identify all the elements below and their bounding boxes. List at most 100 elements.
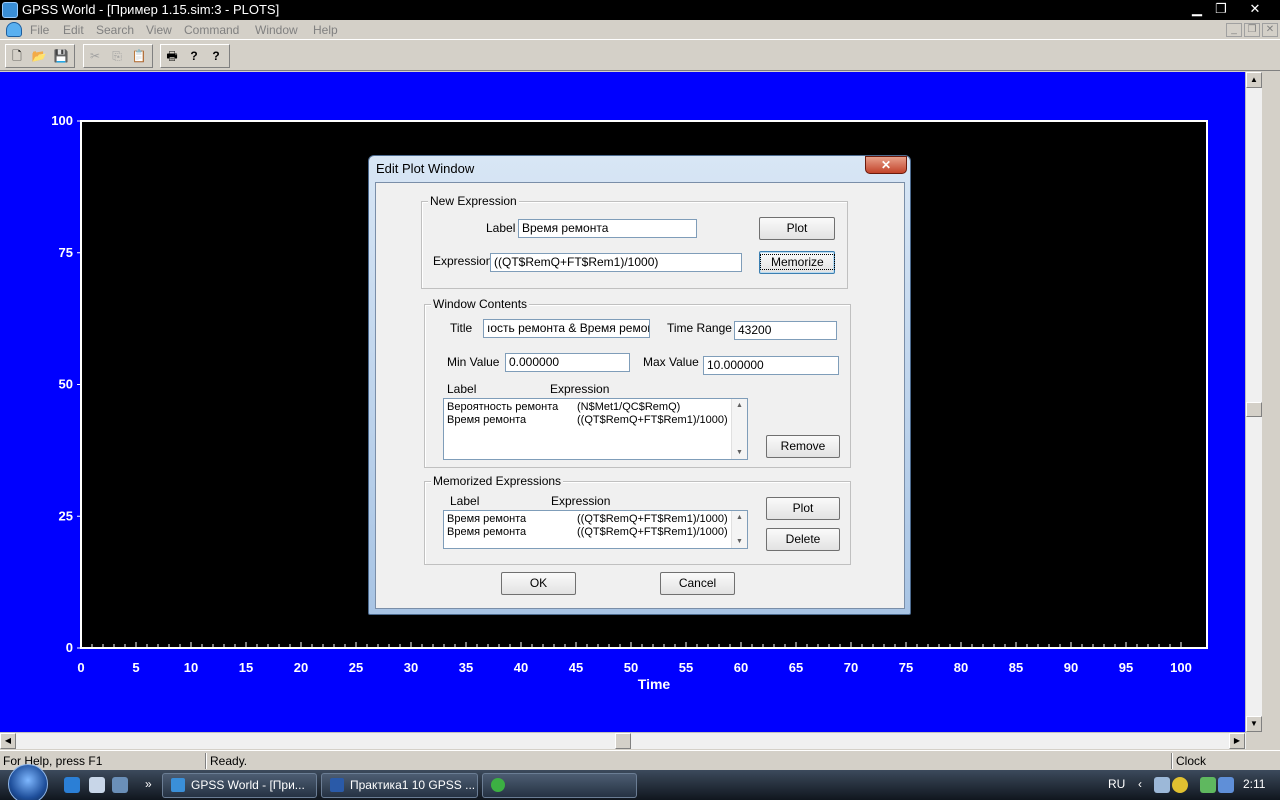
- restore-button[interactable]: ❐: [1210, 1, 1232, 17]
- edit-toolbar-group: ✂ ⎘ 📋: [83, 44, 153, 68]
- menu-file[interactable]: File: [30, 23, 49, 37]
- minimize-button[interactable]: ▁: [1186, 1, 1208, 17]
- status-bar: For Help, press F1 Ready. Clock: [0, 750, 1280, 770]
- x-axis-label: Time: [638, 676, 671, 692]
- list-item-expression: ((QT$RemQ+FT$Rem1)/1000): [577, 513, 728, 525]
- remove-button[interactable]: Remove: [766, 435, 840, 458]
- title-bar: GPSS World - [Пример 1.15.sim:3 - PLOTS]…: [0, 0, 1280, 20]
- list-item-expression: ((QT$RemQ+FT$Rem1)/1000): [577, 414, 728, 426]
- explorer-icon[interactable]: [89, 777, 105, 793]
- x-tick-label: 80: [954, 660, 968, 675]
- menu-help[interactable]: Help: [313, 23, 338, 37]
- list-item-label: Время ремонта: [447, 526, 527, 538]
- label-column-header: Label: [447, 382, 477, 396]
- task-gpss-world[interactable]: GPSS World - [При...: [162, 773, 317, 798]
- window-contents-group: Window Contents Title ıость ремонта & Вр…: [424, 297, 851, 468]
- mdi-close-button[interactable]: ✕: [1262, 23, 1278, 37]
- dialog-close-button[interactable]: ✕: [865, 156, 907, 174]
- list-item-expression: (N$Met1/QC$RemQ): [577, 401, 681, 413]
- menu-view[interactable]: View: [146, 23, 172, 37]
- tray-device-icon[interactable]: [1154, 777, 1170, 793]
- cut-icon[interactable]: ✂: [84, 45, 106, 67]
- list-scrollbar[interactable]: ▲ ▼: [731, 511, 747, 548]
- task-label: Практика1 10 GPSS ...: [350, 778, 476, 792]
- label-caption: Label: [486, 221, 516, 235]
- x-tick-label: 10: [184, 660, 198, 675]
- horizontal-scroll-thumb[interactable]: [615, 733, 631, 749]
- tray-network-icon[interactable]: [1218, 777, 1234, 793]
- show-desktop-icon[interactable]: [112, 777, 128, 793]
- memorized-expressions-list[interactable]: Время ремонта ((QT$RemQ+FT$Rem1)/1000) В…: [443, 510, 748, 549]
- dialog-client-area: New Expression Label Время ремонта Expre…: [375, 182, 905, 609]
- save-icon[interactable]: 💾: [50, 45, 72, 67]
- delete-button[interactable]: Delete: [766, 528, 840, 551]
- menu-search[interactable]: Search: [96, 23, 134, 37]
- list-scroll-up-icon[interactable]: ▲: [736, 514, 743, 521]
- label-input[interactable]: Время ремонта: [518, 219, 697, 238]
- menu-edit[interactable]: Edit: [63, 23, 84, 37]
- time-range-input[interactable]: 43200: [734, 321, 837, 340]
- scroll-right-arrow-icon[interactable]: ▶: [1229, 733, 1245, 749]
- print-icon[interactable]: 🖶: [161, 45, 183, 67]
- memorized-plot-button[interactable]: Plot: [766, 497, 840, 520]
- tray-clock[interactable]: 2:11: [1243, 777, 1265, 791]
- open-folder-icon[interactable]: 📂: [28, 45, 50, 67]
- title-caption: Title: [450, 321, 473, 335]
- copy-icon[interactable]: ⎘: [106, 45, 128, 67]
- x-tick-label: 30: [404, 660, 418, 675]
- ok-button[interactable]: OK: [501, 572, 576, 595]
- mdi-minimize-button[interactable]: _: [1226, 23, 1242, 37]
- plot-button[interactable]: Plot: [759, 217, 835, 240]
- list-scroll-down-icon[interactable]: ▼: [736, 449, 743, 456]
- scroll-down-arrow-icon[interactable]: ▼: [1246, 716, 1262, 732]
- start-button[interactable]: [8, 764, 48, 800]
- scroll-left-arrow-icon[interactable]: ◀: [0, 733, 16, 749]
- paste-icon[interactable]: 📋: [128, 45, 150, 67]
- vertical-scroll-thumb[interactable]: [1246, 402, 1262, 417]
- mdi-restore-button[interactable]: ❐: [1244, 23, 1260, 37]
- title-input[interactable]: ıость ремонта & Время ремонта: [483, 319, 650, 338]
- task-camtasia[interactable]: [482, 773, 637, 798]
- list-item-label: Вероятность ремонта: [447, 401, 559, 413]
- tray-app-icon[interactable]: [1172, 777, 1188, 793]
- tray-power-icon[interactable]: [1200, 777, 1216, 793]
- internet-explorer-icon[interactable]: [64, 777, 80, 793]
- x-tick-label: 15: [239, 660, 253, 675]
- menu-command[interactable]: Command: [184, 23, 239, 37]
- close-button[interactable]: ✕: [1244, 1, 1266, 17]
- tray-expand-icon[interactable]: ‹: [1138, 777, 1142, 791]
- x-tick-label: 75: [899, 660, 913, 675]
- recorder-task-icon: [491, 778, 505, 792]
- menu-window[interactable]: Window: [255, 23, 298, 37]
- plot-expressions-list[interactable]: Вероятность ремонта (N$Met1/QC$RemQ) Вре…: [443, 398, 748, 460]
- scroll-up-arrow-icon[interactable]: ▲: [1246, 72, 1262, 88]
- x-tick-label: 65: [789, 660, 803, 675]
- x-tick-label: 90: [1064, 660, 1078, 675]
- language-indicator[interactable]: RU: [1108, 777, 1125, 791]
- vertical-scrollbar[interactable]: ▲ ▼: [1245, 72, 1262, 732]
- horizontal-scrollbar[interactable]: ◀ ▶: [0, 732, 1246, 749]
- list-scrollbar[interactable]: ▲ ▼: [731, 399, 747, 459]
- max-value-input[interactable]: 10.000000: [703, 356, 839, 375]
- y-tick-label: 25: [59, 508, 73, 523]
- task-word-document[interactable]: Практика1 10 GPSS ...: [321, 773, 478, 798]
- document-icon[interactable]: [6, 22, 22, 37]
- memorize-button[interactable]: Memorize: [759, 251, 835, 274]
- context-help-icon[interactable]: ?: [205, 45, 227, 67]
- expression-input[interactable]: ((QT$RemQ+FT$Rem1)/1000): [490, 253, 742, 272]
- expression-column-header: Expression: [550, 382, 610, 396]
- list-item-expression: ((QT$RemQ+FT$Rem1)/1000): [577, 526, 728, 538]
- cancel-button[interactable]: Cancel: [660, 572, 735, 595]
- help-icon[interactable]: ?: [183, 45, 205, 67]
- list-item-label: Время ремонта: [447, 414, 527, 426]
- word-task-icon: [330, 778, 344, 792]
- new-file-icon[interactable]: 🗋: [6, 45, 28, 67]
- x-tick-label: 20: [294, 660, 308, 675]
- list-scroll-down-icon[interactable]: ▼: [736, 538, 743, 545]
- x-tick-label: 45: [569, 660, 583, 675]
- gpss-app-icon[interactable]: [2, 2, 18, 18]
- list-scroll-up-icon[interactable]: ▲: [736, 402, 743, 409]
- min-value-input[interactable]: 0.000000: [505, 353, 630, 372]
- quicklaunch-more-icon[interactable]: »: [145, 777, 152, 791]
- file-toolbar-group: 🗋 📂 💾: [5, 44, 75, 68]
